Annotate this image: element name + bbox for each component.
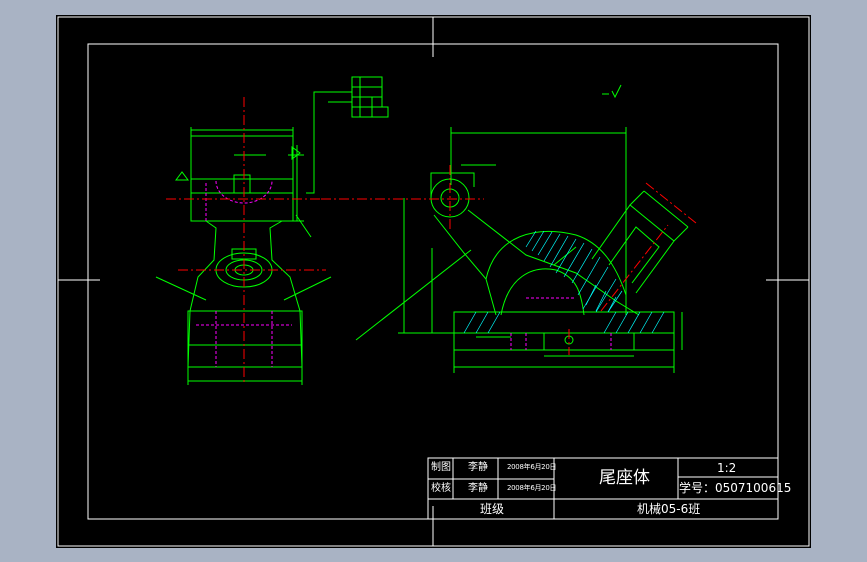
tolerance-frames xyxy=(306,76,389,194)
section-view xyxy=(355,127,689,373)
tb-scale: 1:2 xyxy=(717,461,737,475)
section-hatch xyxy=(463,230,665,334)
cad-workspace[interactable]: 制图 李静 2008年6月20日 校核 李静 2008年6月20日 班级 尾座体… xyxy=(0,0,867,562)
tb-date-draw: 2008年6月20日 xyxy=(507,463,557,471)
roughness-symbol xyxy=(602,84,622,99)
tb-class-label: 班级 xyxy=(480,502,505,516)
tb-date-check: 2008年6月20日 xyxy=(507,484,557,492)
section-centerlines xyxy=(321,165,697,355)
tb-role-check: 校核 xyxy=(431,483,451,494)
drawing-frame xyxy=(87,43,779,520)
tb-role-draw: 制图 xyxy=(431,462,451,473)
tb-part-name: 尾座体 xyxy=(599,468,650,488)
tb-class-name: 机械05-6班 xyxy=(637,502,701,516)
drawing-canvas[interactable]: 制图 李静 2008年6月20日 校核 李静 2008年6月20日 班级 尾座体… xyxy=(56,15,811,548)
tb-name-check: 李静 xyxy=(468,483,488,494)
tb-name-draw: 李静 xyxy=(468,462,488,473)
section-hidden xyxy=(510,297,612,350)
tb-student-id: 学号：0507100615 xyxy=(679,481,792,495)
